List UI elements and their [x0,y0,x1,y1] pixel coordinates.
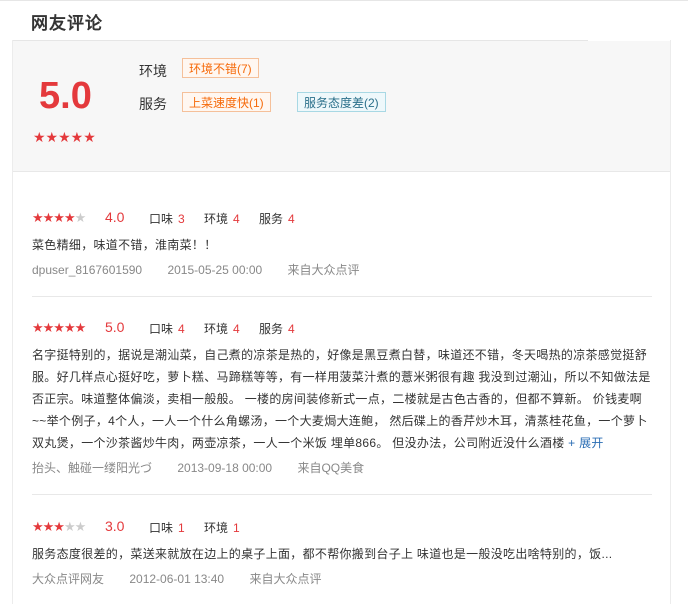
review-rating-line: ★★★★★ 5.0 口味 4 环境 4 服务 4 [32,319,657,338]
review-meta: 抬头、触碰一缕阳光づ 2013-09-18 00:00 来自QQ美食 [32,459,657,476]
top-border [0,0,688,1]
review-user[interactable]: 抬头、触碰一缕阳光づ [32,461,152,475]
rating-summary: 5.0 ★★★★★ 环境 环境不错(7) 服务 上菜速度快(1) 服务态度差(2… [13,41,670,172]
review-date: 2012-06-01 13:40 [129,572,225,586]
overall-score: 5.0 [39,75,92,117]
section-title: 网友评论 [31,14,103,33]
env-label: 环境 [139,63,167,79]
tag-service-bad[interactable]: 服务态度差(2) [297,92,386,112]
review-meta: 大众点评网友 2012-06-01 13:40 来自大众点评 [32,570,657,587]
review-score: 5.0 [105,319,125,335]
service-label: 服务 [139,96,167,112]
review-source: 来自大众点评 [249,572,322,586]
overall-stars-icon: ★★★★★ [33,129,96,145]
review-score: 4.0 [105,209,125,225]
expand-link[interactable]: + 展开 [568,436,604,450]
sub-rating-service: 服务 4 [259,212,295,226]
review-item: ★★★★★ 5.0 口味 4 环境 4 服务 4 名字挺特别的，据说是潮汕菜，自己煮的… [32,319,657,476]
panel-right-border [670,40,671,604]
tag-service-fast[interactable]: 上菜速度快(1) [182,92,271,112]
tag-env-good[interactable]: 环境不错(7) [182,58,259,78]
sub-rating-env: 环境 4 [204,322,240,336]
review-item: ★★★★★ 4.0 口味 3 环境 4 服务 4 菜色精细，味道不错，淮南菜！！ dp… [32,209,657,278]
sub-rating-taste: 口味 3 [149,212,185,226]
sub-rating-service: 服务 4 [259,322,295,336]
review-date: 2015-05-25 00:00 [167,263,263,277]
review-divider [32,494,652,495]
review-content: 名字挺特别的，据说是潮汕菜，自己煮的凉茶是热的，好像是黑豆煮白替，味道还不错，冬… [32,344,654,454]
sub-rating-taste: 口味 1 [149,521,185,535]
review-meta: dpuser_8167601590 2015-05-25 00:00 来自大众点… [32,261,657,278]
review-source: 来自QQ美食 [297,461,365,475]
review-source: 来自大众点评 [287,263,360,277]
review-content: 服务态度很差的，菜送来就放在边上的桌子上面，都不帮你搬到台子上 味道也是一般没吃… [32,547,613,561]
rating-stars-icon: ★★★★★ [32,210,86,225]
review-score: 3.0 [105,518,125,534]
review-divider [32,296,652,297]
rating-stars-icon: ★★★★★ [32,320,86,335]
sub-rating-env: 环境 1 [204,521,240,535]
review-date: 2013-09-18 00:00 [177,461,273,475]
sub-rating-taste: 口味 4 [149,322,185,336]
review-user[interactable]: dpuser_8167601590 [32,263,142,277]
review-item: ★★★★★ 3.0 口味 1 环境 1 服务态度很差的，菜送来就放在边上的桌子上面，… [32,518,657,587]
review-content-text: 名字挺特别的，据说是潮汕菜，自己煮的凉茶是热的，好像是黑豆煮白替，味道还不错，冬… [32,348,651,450]
review-rating-line: ★★★★★ 4.0 口味 3 环境 4 服务 4 [32,209,657,228]
review-user[interactable]: 大众点评网友 [32,572,104,586]
sub-rating-env: 环境 4 [204,212,240,226]
review-rating-line: ★★★★★ 3.0 口味 1 环境 1 [32,518,657,537]
rating-stars-icon: ★★★★★ [32,519,86,534]
review-content: 菜色精细，味道不错，淮南菜！！ [32,238,217,252]
